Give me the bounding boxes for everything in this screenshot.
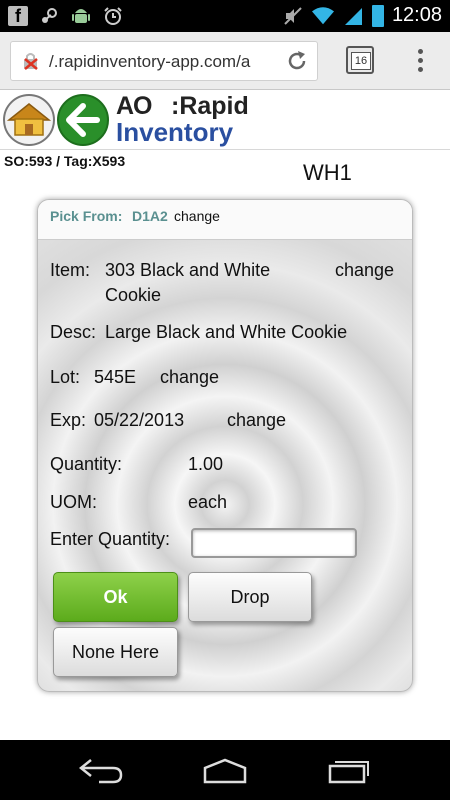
warehouse-label: WH1 xyxy=(303,160,352,185)
url-text[interactable]: /.rapidinventory-app.com/a xyxy=(49,52,257,72)
android-icon xyxy=(70,5,92,27)
status-bar: f 12:08 xyxy=(0,0,450,32)
pick-from-location: D1A2 xyxy=(132,208,168,224)
exp-label: Exp: xyxy=(50,410,87,430)
ok-button[interactable]: Ok xyxy=(53,572,178,622)
item-value-line2: Cookie xyxy=(105,285,162,305)
back-arrow-icon xyxy=(66,103,100,137)
uom-value: each xyxy=(188,492,228,512)
item-value-line1: 303 Black and White xyxy=(105,260,271,280)
browser-toolbar: /.rapidinventory-app.com/a 16 xyxy=(0,32,450,90)
logo-inventory: Inventory xyxy=(116,117,234,147)
tabs-button[interactable]: 16 xyxy=(346,46,374,74)
lot-change-link[interactable]: change xyxy=(160,367,219,388)
back-button[interactable] xyxy=(57,94,109,146)
overflow-menu-icon[interactable] xyxy=(412,46,428,76)
desc-value: Large Black and White Cookie xyxy=(105,322,348,342)
url-bar[interactable]: /.rapidinventory-app.com/a xyxy=(10,41,318,81)
steam-icon xyxy=(38,5,60,27)
tab-count: 16 xyxy=(351,52,371,70)
home-button[interactable] xyxy=(3,94,55,146)
lot-value: 545E xyxy=(94,367,137,387)
app-logo: AO :Rapid Inventory xyxy=(116,92,249,148)
alarm-icon xyxy=(102,5,124,27)
battery-icon xyxy=(371,4,384,27)
nav-home-icon[interactable] xyxy=(201,756,249,784)
exp-change-link[interactable]: change xyxy=(227,410,286,431)
pick-panel: Pick From: D1A2 change Item: 303 Black a… xyxy=(37,199,413,692)
pick-from-change-link[interactable]: change xyxy=(174,208,220,224)
item-change-link[interactable]: change xyxy=(335,260,394,281)
uom-label: UOM: xyxy=(50,492,97,512)
nav-back-icon[interactable] xyxy=(77,756,125,784)
nav-recents-icon[interactable] xyxy=(326,756,374,784)
broken-lock-icon[interactable] xyxy=(21,51,41,71)
clock: 12:08 xyxy=(391,4,442,26)
enter-quantity-label: Enter Quantity: xyxy=(50,529,171,549)
facebook-icon: f xyxy=(8,6,28,26)
pick-from-header: Pick From: D1A2 change xyxy=(38,200,412,240)
app-header: AO :Rapid Inventory xyxy=(0,90,450,150)
reload-icon[interactable] xyxy=(285,49,309,79)
system-nav-bar xyxy=(0,740,450,800)
pick-from-label: Pick From: xyxy=(50,208,123,224)
lot-label: Lot: xyxy=(50,367,81,387)
wifi-icon xyxy=(311,5,334,27)
none-here-button[interactable]: None Here xyxy=(53,627,178,677)
enter-quantity-input[interactable] xyxy=(191,528,357,558)
drop-button[interactable]: Drop xyxy=(188,572,312,622)
quantity-value: 1.00 xyxy=(188,454,224,474)
signal-icon xyxy=(342,5,364,27)
mute-icon xyxy=(282,5,304,27)
house-icon xyxy=(6,103,52,136)
quantity-label: Quantity: xyxy=(50,454,123,474)
so-tag-label: SO:593 / Tag:X593 xyxy=(4,153,126,169)
desc-label: Desc: xyxy=(50,322,97,342)
exp-value: 05/22/2013 xyxy=(94,410,185,430)
item-label: Item: xyxy=(50,260,91,280)
